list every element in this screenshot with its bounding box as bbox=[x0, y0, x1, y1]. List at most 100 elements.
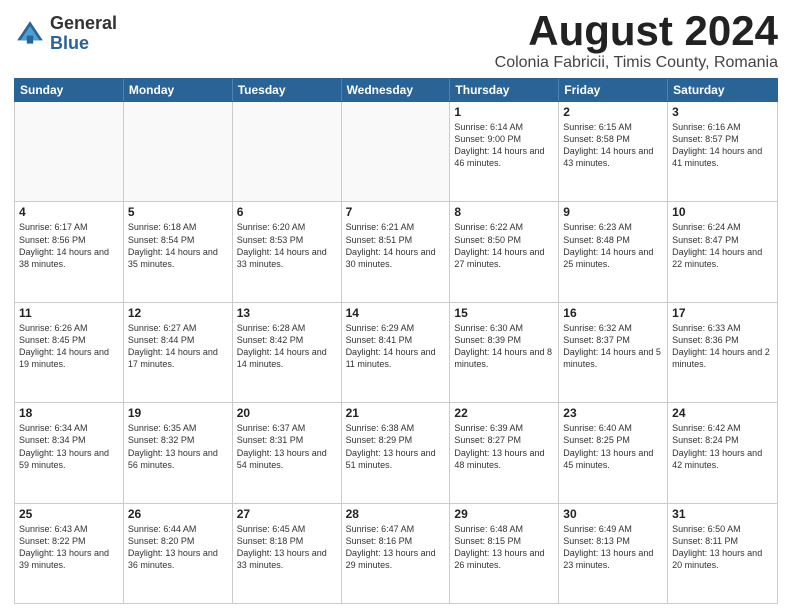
day-cell-12: 12Sunrise: 6:27 AM Sunset: 8:44 PM Dayli… bbox=[124, 303, 233, 402]
day-info: Sunrise: 6:23 AM Sunset: 8:48 PM Dayligh… bbox=[563, 221, 663, 270]
logo-blue-text: Blue bbox=[50, 33, 89, 53]
day-cell-28: 28Sunrise: 6:47 AM Sunset: 8:16 PM Dayli… bbox=[342, 504, 451, 603]
day-number: 13 bbox=[237, 306, 337, 320]
day-cell-13: 13 Sunrise: 6:28 AM Sunset: 8:42 PM Dayli… bbox=[233, 303, 342, 402]
day-cell-3: 3 Sunrise: 6:16 AM Sunset: 8:57 PM Daylig… bbox=[668, 102, 777, 201]
header-day-friday: Friday bbox=[559, 79, 668, 101]
day-cell-1: 1Sunrise: 6:14 AM Sunset: 9:00 PM Daylig… bbox=[450, 102, 559, 201]
day-number: 5 bbox=[128, 205, 228, 219]
day-number: 7 bbox=[346, 205, 446, 219]
day-info: Sunrise: 6:17 AM Sunset: 8:56 PM Dayligh… bbox=[19, 221, 119, 270]
day-number: 15 bbox=[454, 306, 554, 320]
day-number: 4 bbox=[19, 205, 119, 219]
day-number: 11 bbox=[19, 306, 119, 320]
day-info: Sunrise: 6:18 AM Sunset: 8:54 PM Dayligh… bbox=[128, 221, 228, 270]
day-info: Sunrise: 6:39 AM Sunset: 8:27 PM Dayligh… bbox=[454, 422, 554, 471]
day-info: Sunrise: 6:50 AM Sunset: 8:11 PM Dayligh… bbox=[672, 523, 773, 572]
day-info: Sunrise: 6:43 AM Sunset: 8:22 PM Dayligh… bbox=[19, 523, 119, 572]
day-info: Sunrise: 6:33 AM Sunset: 8:36 PM Dayligh… bbox=[672, 322, 773, 371]
day-cell-27: 27Sunrise: 6:45 AM Sunset: 8:18 PM Dayli… bbox=[233, 504, 342, 603]
day-info: Sunrise: 6:42 AM Sunset: 8:24 PM Dayligh… bbox=[672, 422, 773, 471]
day-cell-10: 10Sunrise: 6:24 AM Sunset: 8:47 PM Dayli… bbox=[668, 202, 777, 301]
day-number: 14 bbox=[346, 306, 446, 320]
day-number: 30 bbox=[563, 507, 663, 521]
day-number: 25 bbox=[19, 507, 119, 521]
day-cell-21: 21Sunrise: 6:38 AM Sunset: 8:29 PM Dayli… bbox=[342, 403, 451, 502]
day-number: 26 bbox=[128, 507, 228, 521]
day-cell-7: 7Sunrise: 6:21 AM Sunset: 8:51 PM Daylig… bbox=[342, 202, 451, 301]
day-cell-5: 5 Sunrise: 6:18 AM Sunset: 8:54 PM Daylig… bbox=[124, 202, 233, 301]
day-info: Sunrise: 6:47 AM Sunset: 8:16 PM Dayligh… bbox=[346, 523, 446, 572]
day-number: 17 bbox=[672, 306, 773, 320]
day-number: 18 bbox=[19, 406, 119, 420]
day-cell-14: 14 Sunrise: 6:29 AM Sunset: 8:41 PM Dayli… bbox=[342, 303, 451, 402]
day-number: 2 bbox=[563, 105, 663, 119]
day-info: Sunrise: 6:28 AM Sunset: 8:42 PM Dayligh… bbox=[237, 322, 337, 371]
day-cell-22: 22 Sunrise: 6:39 AM Sunset: 8:27 PM Dayli… bbox=[450, 403, 559, 502]
day-info: Sunrise: 6:20 AM Sunset: 8:53 PM Dayligh… bbox=[237, 221, 337, 270]
day-cell-empty bbox=[342, 102, 451, 201]
day-info: Sunrise: 6:29 AM Sunset: 8:41 PM Dayligh… bbox=[346, 322, 446, 371]
day-cell-9: 9 Sunrise: 6:23 AM Sunset: 8:48 PM Daylig… bbox=[559, 202, 668, 301]
day-cell-30: 30 Sunrise: 6:49 AM Sunset: 8:13 PM Dayli… bbox=[559, 504, 668, 603]
day-cell-2: 2 Sunrise: 6:15 AM Sunset: 8:58 PM Daylig… bbox=[559, 102, 668, 201]
day-info: Sunrise: 6:24 AM Sunset: 8:47 PM Dayligh… bbox=[672, 221, 773, 270]
week-row-3: 11 Sunrise: 6:26 AM Sunset: 8:45 PM Dayli… bbox=[15, 303, 777, 403]
day-info: Sunrise: 6:48 AM Sunset: 8:15 PM Dayligh… bbox=[454, 523, 554, 572]
header-day-sunday: Sunday bbox=[15, 79, 124, 101]
header: General Blue August 2024 Colonia Fabrici… bbox=[14, 10, 778, 72]
logo-general-text: General bbox=[50, 13, 117, 33]
day-cell-25: 25 Sunrise: 6:43 AM Sunset: 8:22 PM Dayli… bbox=[15, 504, 124, 603]
day-info: Sunrise: 6:26 AM Sunset: 8:45 PM Dayligh… bbox=[19, 322, 119, 371]
day-info: Sunrise: 6:40 AM Sunset: 8:25 PM Dayligh… bbox=[563, 422, 663, 471]
day-cell-empty bbox=[233, 102, 342, 201]
day-number: 22 bbox=[454, 406, 554, 420]
day-cell-18: 18 Sunrise: 6:34 AM Sunset: 8:34 PM Dayli… bbox=[15, 403, 124, 502]
day-cell-16: 16 Sunrise: 6:32 AM Sunset: 8:37 PM Dayli… bbox=[559, 303, 668, 402]
logo-area: General Blue bbox=[14, 14, 117, 54]
day-number: 20 bbox=[237, 406, 337, 420]
day-number: 9 bbox=[563, 205, 663, 219]
day-info: Sunrise: 6:16 AM Sunset: 8:57 PM Dayligh… bbox=[672, 121, 773, 170]
title-area: August 2024 Colonia Fabricii, Timis Coun… bbox=[495, 10, 778, 72]
page: General Blue August 2024 Colonia Fabrici… bbox=[0, 0, 792, 612]
day-info: Sunrise: 6:34 AM Sunset: 8:34 PM Dayligh… bbox=[19, 422, 119, 471]
day-cell-31: 31 Sunrise: 6:50 AM Sunset: 8:11 PM Dayli… bbox=[668, 504, 777, 603]
day-cell-29: 29Sunrise: 6:48 AM Sunset: 8:15 PM Dayli… bbox=[450, 504, 559, 603]
day-number: 31 bbox=[672, 507, 773, 521]
day-cell-empty bbox=[15, 102, 124, 201]
day-info: Sunrise: 6:14 AM Sunset: 9:00 PM Dayligh… bbox=[454, 121, 554, 170]
logo-icon bbox=[14, 18, 46, 50]
calendar-body: 1Sunrise: 6:14 AM Sunset: 9:00 PM Daylig… bbox=[14, 102, 778, 604]
day-number: 8 bbox=[454, 205, 554, 219]
day-number: 16 bbox=[563, 306, 663, 320]
week-row-2: 4 Sunrise: 6:17 AM Sunset: 8:56 PM Daylig… bbox=[15, 202, 777, 302]
day-cell-6: 6Sunrise: 6:20 AM Sunset: 8:53 PM Daylig… bbox=[233, 202, 342, 301]
day-cell-empty bbox=[124, 102, 233, 201]
day-number: 23 bbox=[563, 406, 663, 420]
month-title: August 2024 bbox=[495, 10, 778, 52]
day-number: 19 bbox=[128, 406, 228, 420]
day-cell-24: 24 Sunrise: 6:42 AM Sunset: 8:24 PM Dayli… bbox=[668, 403, 777, 502]
day-info: Sunrise: 6:49 AM Sunset: 8:13 PM Dayligh… bbox=[563, 523, 663, 572]
day-number: 24 bbox=[672, 406, 773, 420]
day-info: Sunrise: 6:32 AM Sunset: 8:37 PM Dayligh… bbox=[563, 322, 663, 371]
week-row-5: 25 Sunrise: 6:43 AM Sunset: 8:22 PM Dayli… bbox=[15, 504, 777, 603]
day-number: 3 bbox=[672, 105, 773, 119]
day-info: Sunrise: 6:22 AM Sunset: 8:50 PM Dayligh… bbox=[454, 221, 554, 270]
calendar: SundayMondayTuesdayWednesdayThursdayFrid… bbox=[14, 78, 778, 604]
day-info: Sunrise: 6:27 AM Sunset: 8:44 PM Dayligh… bbox=[128, 322, 228, 371]
header-day-saturday: Saturday bbox=[668, 79, 777, 101]
header-day-monday: Monday bbox=[124, 79, 233, 101]
day-cell-17: 17 Sunrise: 6:33 AM Sunset: 8:36 PM Dayli… bbox=[668, 303, 777, 402]
day-cell-8: 8 Sunrise: 6:22 AM Sunset: 8:50 PM Daylig… bbox=[450, 202, 559, 301]
day-number: 27 bbox=[237, 507, 337, 521]
day-cell-19: 19Sunrise: 6:35 AM Sunset: 8:32 PM Dayli… bbox=[124, 403, 233, 502]
week-row-4: 18 Sunrise: 6:34 AM Sunset: 8:34 PM Dayli… bbox=[15, 403, 777, 503]
day-cell-26: 26 Sunrise: 6:44 AM Sunset: 8:20 PM Dayli… bbox=[124, 504, 233, 603]
day-cell-4: 4 Sunrise: 6:17 AM Sunset: 8:56 PM Daylig… bbox=[15, 202, 124, 301]
day-info: Sunrise: 6:15 AM Sunset: 8:58 PM Dayligh… bbox=[563, 121, 663, 170]
day-info: Sunrise: 6:44 AM Sunset: 8:20 PM Dayligh… bbox=[128, 523, 228, 572]
day-number: 21 bbox=[346, 406, 446, 420]
header-day-tuesday: Tuesday bbox=[233, 79, 342, 101]
